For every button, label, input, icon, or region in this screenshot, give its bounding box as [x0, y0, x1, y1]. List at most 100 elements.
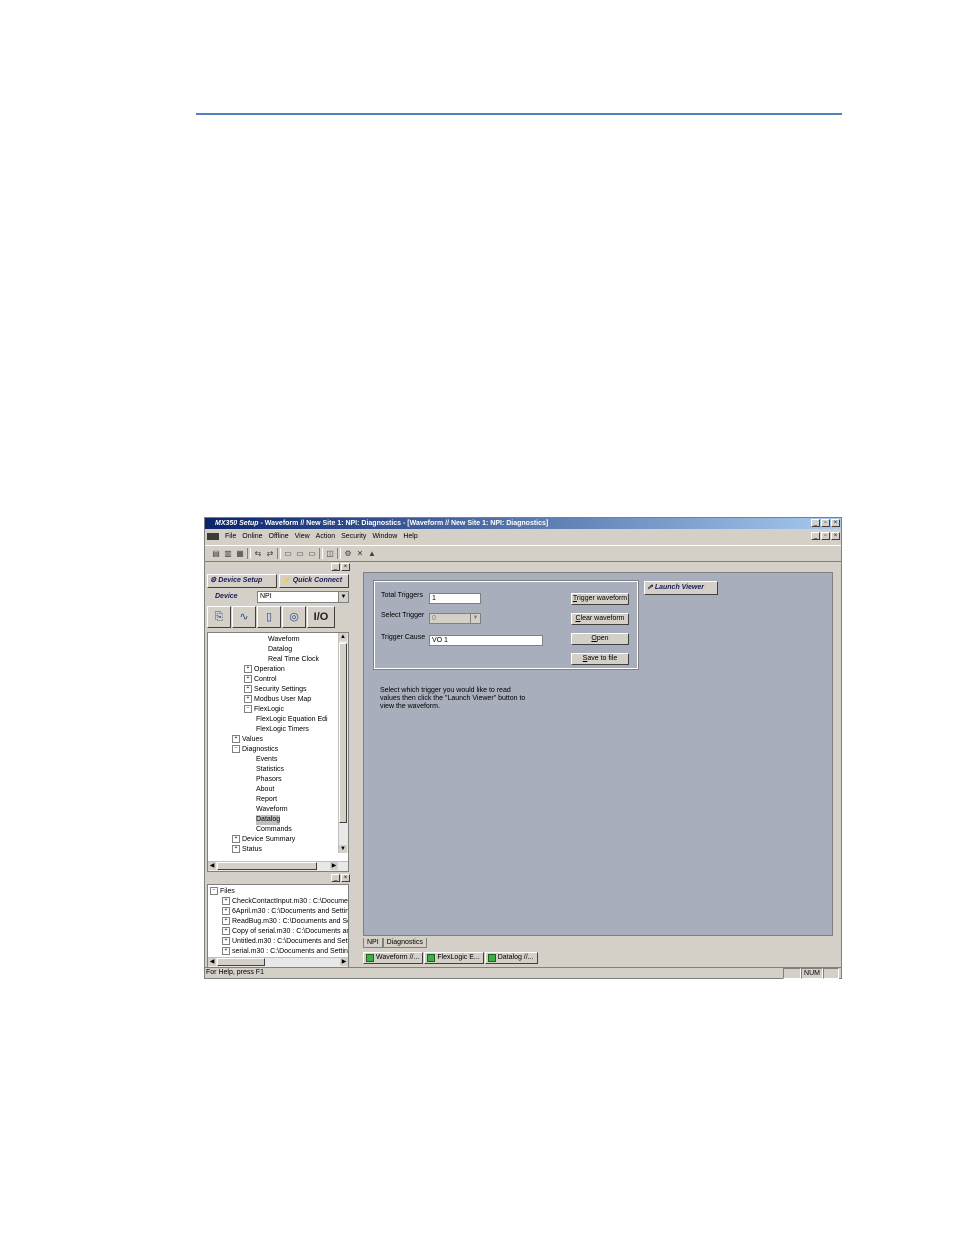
expand-icon[interactable]: + [222, 897, 230, 906]
window-tab-datalog[interactable]: Datalog //... [484, 952, 538, 964]
tree-item[interactable]: Datalog [256, 815, 281, 825]
expand-icon[interactable]: + [222, 927, 230, 936]
settings-icon[interactable]: ⚙ [343, 549, 353, 559]
quick-connect-button[interactable]: ⚡ Quick Connect [279, 574, 349, 588]
tree-item[interactable]: + Status [232, 845, 262, 855]
expand-icon[interactable]: + [232, 735, 240, 744]
tree-vertical-scrollbar[interactable]: ▲ ▼ [338, 633, 348, 853]
tree-item[interactable]: + Values [232, 735, 263, 745]
open-icon[interactable]: ▤ [211, 549, 221, 559]
scroll-thumb[interactable] [217, 862, 317, 870]
scroll-up-icon[interactable]: ▲ [339, 633, 347, 641]
menu-file[interactable]: File [225, 533, 236, 540]
scroll-right-icon[interactable]: ▶ [330, 862, 338, 870]
expand-icon[interactable]: + [222, 917, 230, 926]
tree-item[interactable]: + Control [244, 675, 277, 685]
mdi-minimize-button[interactable]: _ [811, 532, 820, 540]
expand-icon[interactable]: + [222, 937, 230, 946]
expand-icon[interactable]: + [232, 845, 240, 854]
files-horizontal-scrollbar[interactable]: ◀ ▶ [208, 957, 348, 967]
io-button[interactable]: I/O [307, 606, 335, 628]
meter-icon[interactable]: ◎ [282, 606, 306, 628]
scroll-thumb[interactable] [339, 643, 347, 823]
expand-icon[interactable]: + [244, 665, 252, 674]
mdi-restore-button[interactable]: ▫ [821, 532, 830, 540]
tree-item[interactable]: Waveform [268, 635, 300, 645]
scroll-left-icon[interactable]: ◀ [208, 862, 216, 870]
file-item[interactable]: + serial.m30 : C:\Documents and Setting [222, 947, 348, 957]
expand-icon[interactable]: + [222, 947, 230, 956]
window-tab-flexlogic[interactable]: FlexLogic E... [424, 952, 484, 964]
menu-help[interactable]: Help [403, 533, 417, 540]
tree-horizontal-scrollbar[interactable]: ◀ ▶ [208, 861, 348, 871]
mdi-close-button[interactable]: × [831, 532, 840, 540]
alert-icon[interactable]: ▲ [367, 549, 377, 559]
collapse-icon[interactable]: − [244, 705, 252, 714]
open-button[interactable]: Open [571, 633, 629, 645]
expand-icon[interactable]: + [232, 835, 240, 844]
menu-window[interactable]: Window [372, 533, 397, 540]
setpoints-icon[interactable]: ⎘ [207, 606, 231, 628]
tree-item[interactable]: Statistics [256, 765, 284, 775]
menu-view[interactable]: View [295, 533, 310, 540]
file-item[interactable]: +6April.m30 : C:\Documents and Setting [222, 907, 348, 917]
tree-item[interactable]: + Security Settings [244, 685, 307, 695]
tree-item[interactable]: Report [256, 795, 277, 805]
copy-icon[interactable]: ▥ [223, 549, 233, 559]
files-root[interactable]: − Files [210, 887, 235, 897]
menu-offline[interactable]: Offline [269, 533, 289, 540]
preview-icon[interactable]: ◫ [325, 549, 335, 559]
window-tab-waveform[interactable]: Waveform //... [363, 952, 424, 964]
device-setup-button[interactable]: ⚙ Device Setup [207, 574, 277, 588]
file-item[interactable]: + Copy of serial.m30 : C:\Documents and [222, 927, 348, 937]
device-select[interactable]: NPI ▼ [257, 591, 349, 603]
write-icon[interactable]: ▭ [295, 549, 305, 559]
tools-icon[interactable]: ✕ [355, 549, 365, 559]
expand-icon[interactable]: + [244, 675, 252, 684]
trigger-cause-field[interactable]: VO 1 [429, 635, 543, 646]
menu-online[interactable]: Online [242, 533, 262, 540]
scroll-right-icon[interactable]: ▶ [340, 958, 348, 966]
disconnect-icon[interactable]: ⇄ [265, 549, 275, 559]
files-close-button[interactable]: × [341, 874, 350, 882]
tree-item[interactable]: + Modbus User Map [244, 695, 311, 705]
restore-button[interactable]: ▫ [821, 519, 830, 527]
tree-item[interactable]: Datalog [268, 645, 292, 655]
tree-item[interactable]: Commands [256, 825, 292, 835]
scroll-down-icon[interactable]: ▼ [339, 845, 347, 853]
menu-action[interactable]: Action [316, 533, 335, 540]
trigger-waveform-button[interactable]: Trigger waveform [571, 593, 629, 605]
scroll-thumb[interactable] [217, 958, 265, 966]
tree-item[interactable]: Phasors [256, 775, 282, 785]
tree-item[interactable]: + Device Summary [232, 835, 295, 845]
tree-item[interactable]: Waveform [256, 805, 288, 815]
panel-close-button[interactable]: × [341, 563, 350, 571]
tree-item[interactable]: FlexLogic Equation Edi [256, 715, 328, 725]
document-icon[interactable]: ▯ [257, 606, 281, 628]
connect-icon[interactable]: ⇆ [253, 549, 263, 559]
tree-item[interactable]: Events [256, 755, 277, 765]
expand-icon[interactable]: + [244, 685, 252, 694]
tree-item[interactable]: About [256, 785, 274, 795]
select-trigger-dropdown[interactable]: 0 ▼ [429, 613, 481, 624]
file-item[interactable]: + ReadBug.m30 : C:\Documents and Se [222, 917, 348, 927]
file-item[interactable]: + CheckContactInput.m30 : C:\Documen [222, 897, 348, 907]
tree-item[interactable]: FlexLogic Timers [256, 725, 309, 735]
menu-security[interactable]: Security [341, 533, 366, 540]
tree-item[interactable]: Real Time Clock [268, 655, 319, 665]
total-triggers-field[interactable]: 1 [429, 593, 481, 604]
launch-viewer-button[interactable]: ⇗ Launch Viewer [644, 581, 718, 595]
tab-npi[interactable]: NPI [363, 938, 383, 948]
tab-diagnostics[interactable]: Diagnostics [382, 938, 427, 948]
expand-icon[interactable]: + [222, 907, 230, 916]
collapse-icon[interactable]: − [232, 745, 240, 754]
read-icon[interactable]: ▭ [283, 549, 293, 559]
tree-item[interactable]: − Diagnostics [232, 745, 278, 755]
expand-icon[interactable]: + [244, 695, 252, 704]
close-button[interactable]: × [831, 519, 840, 527]
minimize-button[interactable]: _ [811, 519, 820, 527]
file-item[interactable]: + Untitled.m30 : C:\Documents and Setti [222, 937, 348, 947]
print-icon[interactable]: ▦ [235, 549, 245, 559]
waveform-icon[interactable]: ∿ [232, 606, 256, 628]
panel-minimize-button[interactable]: _ [331, 563, 340, 571]
